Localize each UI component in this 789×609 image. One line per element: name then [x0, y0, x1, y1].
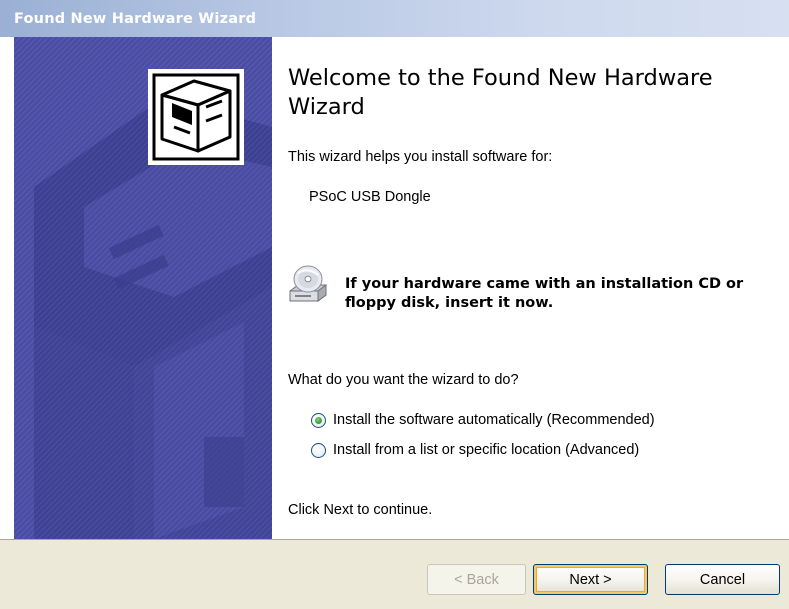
continue-hint: Click Next to continue.	[288, 502, 433, 518]
option-install-from-list[interactable]: Install from a list or specific location…	[311, 440, 639, 460]
wizard-heading: Welcome to the Found New Hardware Wizard	[288, 65, 713, 120]
intro-text: This wizard helps you install software f…	[288, 149, 553, 165]
option-label: Install from a list or specific location…	[333, 442, 640, 458]
next-button[interactable]: Next >	[533, 564, 648, 595]
cd-insert-message: If your hardware came with an installati…	[345, 276, 744, 311]
cd-drive-icon	[289, 265, 327, 302]
hardware-box-icon	[148, 69, 244, 165]
back-button[interactable]: < Back	[427, 564, 526, 595]
cancel-button[interactable]: Cancel	[665, 564, 780, 595]
window-title: Found New Hardware Wizard	[14, 11, 257, 27]
wizard-window: Found New Hardware Wizard Welcome to the…	[0, 0, 789, 609]
title-bar[interactable]: Found New Hardware Wizard	[0, 0, 789, 37]
radio-button-unselected[interactable]	[311, 442, 326, 458]
option-install-automatically[interactable]: Install the software automatically (Reco…	[311, 410, 655, 430]
option-label: Install the software automatically (Reco…	[333, 412, 655, 428]
wizard-side-banner	[14, 37, 272, 539]
question-text: What do you want the wizard to do?	[288, 372, 519, 388]
device-name: PSoC USB Dongle	[309, 189, 431, 205]
radio-button-selected[interactable]	[311, 412, 326, 428]
button-bar: < Back Next > Cancel	[0, 539, 789, 609]
wizard-content: Welcome to the Found New Hardware Wizard…	[272, 37, 789, 539]
